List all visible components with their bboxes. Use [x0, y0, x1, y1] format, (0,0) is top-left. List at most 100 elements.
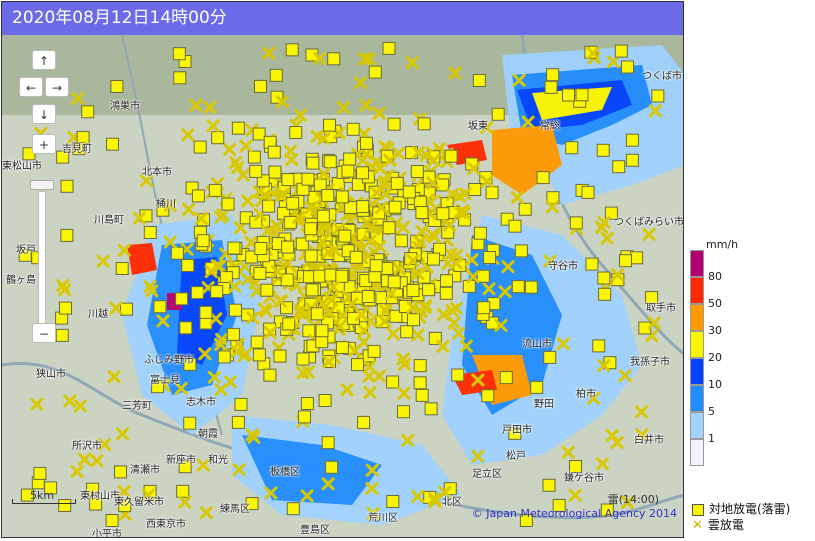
ground-strike-marker	[424, 402, 438, 416]
place-label: 鶴ヶ島	[6, 275, 36, 286]
zoom-out-button[interactable]: −	[32, 323, 56, 343]
map-panel: 2020年08月12日14時00分 つくば市 鴻巣市 吉見町 北本市 東松山市 …	[1, 1, 684, 538]
place-label: 和光	[208, 455, 228, 466]
ground-strike-marker	[306, 156, 320, 170]
ground-strike-marker	[110, 80, 124, 93]
ground-strike-marker	[296, 352, 310, 366]
place-label: 坂戸	[16, 245, 36, 256]
ground-strike-marker	[341, 164, 355, 178]
place-label: 取手市	[646, 303, 676, 314]
ground-strike-marker	[323, 155, 337, 169]
place-label: 白井市	[634, 435, 664, 446]
ground-strike-marker	[281, 173, 295, 187]
ground-strike-marker	[625, 133, 639, 147]
ground-strike-marker	[321, 189, 335, 202]
place-label: 東松山市	[2, 161, 42, 172]
legend-color-cell	[690, 412, 704, 439]
ground-strike-marker	[59, 301, 72, 315]
ground-strike-marker	[325, 460, 339, 474]
ground-strike-marker	[356, 200, 370, 214]
ground-strike-marker	[60, 228, 74, 242]
map-canvas[interactable]	[2, 35, 684, 538]
place-label: 富士見	[150, 375, 180, 386]
ground-strike-marker	[406, 284, 420, 297]
ground-strike-marker	[598, 287, 612, 301]
ground-strike-marker	[619, 254, 632, 268]
zoom-in-button[interactable]: +	[32, 134, 56, 154]
ground-strike-marker	[60, 179, 74, 193]
ground-strike-marker	[199, 305, 213, 319]
ground-strike-marker	[394, 234, 408, 248]
ground-strike-marker	[106, 137, 119, 151]
place-label: 守谷市	[548, 261, 578, 272]
place-label: ふじみ野市	[144, 355, 194, 366]
ground-strike-marker	[397, 405, 410, 419]
ground-strike-marker	[436, 207, 450, 221]
ground-strike-marker	[143, 226, 157, 239]
ground-strike-marker	[387, 117, 401, 131]
place-label: 鎌ケ谷市	[564, 473, 604, 484]
ground-strike-marker	[226, 327, 240, 341]
ground-strike-marker	[407, 313, 420, 327]
ground-strike-marker	[481, 389, 495, 403]
ground-strike-marker	[250, 335, 264, 349]
ground-strike-marker	[289, 126, 303, 139]
ground-strike-marker	[491, 107, 505, 121]
ground-strike-marker	[301, 172, 315, 186]
ground-strike-marker	[249, 164, 263, 178]
map-area[interactable]: つくば市 鴻巣市 吉見町 北本市 東松山市 坂戸 鶴ヶ島 川越 川島町 桶川 坂東 常総 守谷市 つくばみ…	[2, 35, 684, 538]
zoom-slider-track[interactable]	[38, 191, 46, 341]
ground-strike-marker	[417, 117, 431, 131]
place-label: 朝霞	[198, 429, 218, 440]
ground-strike-marker	[565, 141, 579, 155]
ground-strike-marker	[55, 328, 69, 342]
ground-strike-marker	[304, 249, 318, 263]
ground-strike-marker	[388, 200, 402, 214]
place-label: 西東京市	[146, 519, 186, 530]
pan-down-button[interactable]: ↓	[32, 104, 56, 124]
ground-strike-marker	[231, 121, 245, 135]
ground-strike-marker	[208, 183, 222, 197]
page-title: 2020年08月12日14時00分	[2, 2, 683, 35]
place-label: 松戸	[506, 451, 526, 462]
ground-strike-marker	[575, 88, 589, 102]
legend-value: 10	[708, 378, 722, 391]
ground-strike-marker	[262, 199, 276, 213]
key-ground-strike: 対地放電(落雷)	[692, 500, 790, 517]
ground-strike-marker	[508, 219, 522, 233]
ground-strike-marker	[286, 196, 300, 210]
ground-strike-marker	[263, 368, 277, 382]
ground-strike-marker	[499, 371, 513, 385]
ground-strike-marker	[361, 290, 375, 303]
ground-strike-marker	[81, 105, 95, 119]
ground-strike-marker	[335, 269, 349, 283]
ground-strike-marker	[310, 307, 324, 321]
ground-strike-marker	[285, 43, 299, 57]
place-label: 三芳町	[122, 401, 152, 412]
ground-strike-marker	[382, 221, 396, 235]
pan-right-button[interactable]: →	[45, 77, 69, 97]
legend-color-cell	[690, 385, 704, 412]
ground-strike-marker	[175, 292, 189, 306]
place-label: 所沢市	[72, 441, 102, 452]
ground-strike-marker	[368, 65, 382, 79]
ground-strike-marker	[252, 348, 266, 362]
place-label: 鴻巣市	[110, 101, 140, 112]
ground-strike-marker	[524, 280, 538, 294]
ground-strike-marker	[210, 285, 224, 299]
ground-strike-marker	[269, 68, 283, 82]
legend-color-cell	[690, 304, 704, 331]
ground-strike-marker	[485, 186, 499, 200]
ground-strike-marker	[382, 41, 396, 55]
pan-up-button[interactable]: ↑	[32, 50, 56, 70]
place-label: 荒川区	[368, 513, 398, 524]
legend-value: 20	[708, 351, 722, 364]
scale-bar	[12, 499, 76, 504]
ground-strike-marker	[273, 349, 287, 363]
ground-strike-marker	[173, 71, 187, 85]
place-label: 川越	[88, 309, 108, 320]
ground-strike-marker	[415, 206, 429, 219]
ground-strike-marker	[300, 397, 314, 410]
pan-left-button[interactable]: ←	[19, 77, 43, 97]
zoom-slider-thumb[interactable]	[30, 180, 54, 190]
